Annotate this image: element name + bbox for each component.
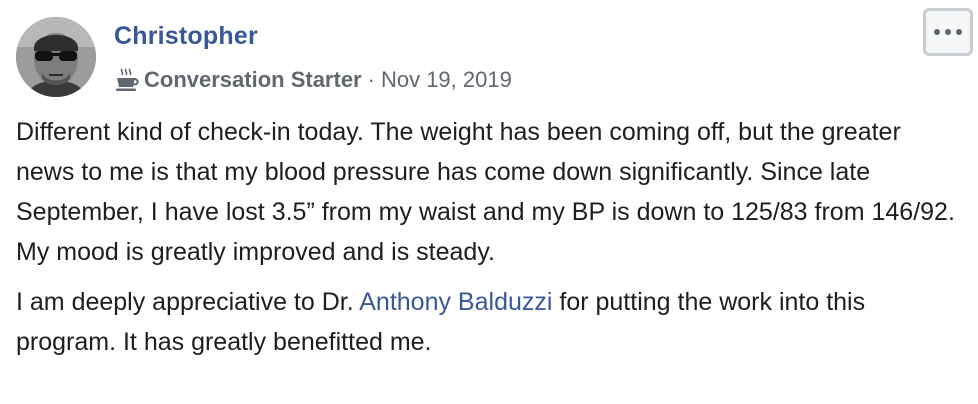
post-body: Different kind of check-in today. The we…: [16, 112, 966, 372]
post-paragraph-2: I am deeply appreciative to Dr. Anthony …: [16, 282, 966, 362]
paragraph-text: I am deeply appreciative to Dr.: [16, 288, 360, 316]
avatar[interactable]: [16, 17, 96, 97]
post-card: Christopher Conversation Starter · Nov 1…: [0, 0, 978, 404]
avatar-photo: [16, 17, 96, 97]
author-name[interactable]: Christopher: [114, 22, 258, 51]
badge-label: Conversation Starter: [144, 67, 362, 92]
post-paragraph-1: Different kind of check-in today. The we…: [16, 118, 955, 266]
post-meta: Conversation Starter · Nov 19, 2019: [114, 64, 512, 96]
post-date[interactable]: Nov 19, 2019: [381, 67, 512, 93]
ellipsis-icon: [934, 29, 962, 35]
meta-separator: ·: [367, 67, 375, 92]
more-options-button[interactable]: [923, 8, 973, 56]
coffee-cup-icon: [114, 67, 140, 93]
mention-link[interactable]: Anthony Balduzzi: [359, 288, 552, 316]
